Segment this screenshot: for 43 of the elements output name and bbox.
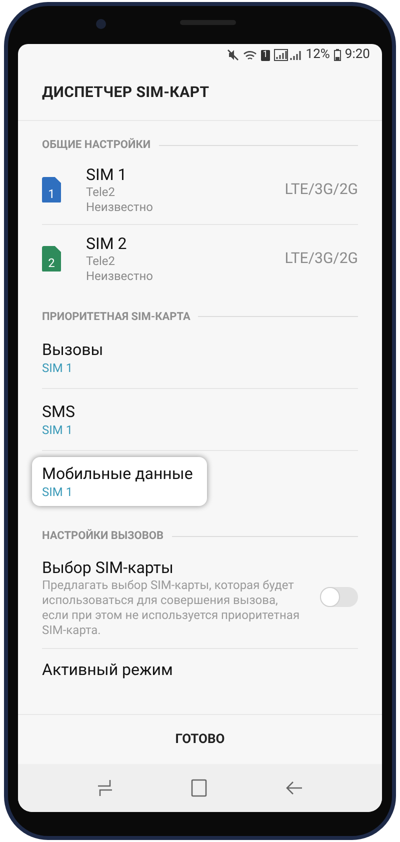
toggle-switch[interactable]	[320, 587, 358, 607]
sim-indicator: 1	[260, 50, 270, 60]
speaker-grille	[180, 20, 236, 25]
network-type: LTE/3G/2G	[284, 248, 358, 270]
preference-value: SIM 1	[42, 360, 74, 376]
preference-item[interactable]: Вызовы SIM 1	[32, 333, 118, 382]
section-header: НАСТРОЙКИ ВЫЗОВОВ	[42, 528, 164, 544]
carrier-name: Tele2	[86, 254, 116, 268]
sim-card-icon: 2	[42, 246, 61, 272]
toggle-label: Выбор SIM-карты	[42, 556, 174, 578]
sim-name: SIM 2	[86, 234, 128, 254]
home-icon[interactable]	[191, 779, 207, 797]
section-header: ПРИОРИТЕТНАЯ SIM-КАРТА	[42, 308, 190, 324]
recent-apps-icon[interactable]	[97, 779, 113, 797]
network-type: LTE/3G/2G	[284, 179, 358, 200]
toggle-description: Предлагать выбор SIM-карты, которая будет использоваться для совершения вызова, если при этом не используется приоритетная SIM-карта.	[42, 578, 301, 638]
mute-icon	[226, 49, 239, 61]
preference-label: Мобильные данные	[42, 463, 193, 484]
sim-status: Неизвестно	[86, 268, 154, 284]
sim-card-icon: 1	[42, 176, 61, 202]
done-button[interactable]: ГОТОВО	[163, 726, 237, 754]
preference-item[interactable]: Мобильные данные SIM 1	[32, 457, 207, 506]
sim-row[interactable]: 2 SIM 2 Tele2 Неизвестно LTE/3G/2G	[42, 224, 358, 292]
preference-value: SIM 1	[42, 422, 74, 438]
wifi-icon	[242, 50, 257, 60]
signal-icon	[274, 49, 302, 61]
preference-value: SIM 1	[42, 484, 74, 500]
section-header: ОБЩИЕ НАСТРОЙКИ	[42, 137, 151, 153]
sim-status: Неизвестно	[86, 200, 154, 214]
preference-label: SMS	[42, 401, 75, 422]
camera-icon	[96, 19, 106, 29]
screen-title: ДИСПЕТЧЕР SIM-КАРТ	[42, 83, 210, 101]
clock: 9:20	[344, 46, 370, 64]
settings-item[interactable]: Активный режим	[42, 660, 358, 678]
battery-icon	[334, 49, 341, 61]
toggle-row[interactable]: Выбор SIM-карты Предлагать выбор SIM-карты, которая будет использоваться для совершения вызова, если при этом не используется приоритетная SIM-карта.	[42, 546, 358, 648]
preference-label: Вызовы	[42, 339, 104, 360]
battery-percent: 12%	[306, 46, 330, 64]
preference-item[interactable]: SMS SIM 1	[32, 395, 89, 444]
sim-row[interactable]: 1 SIM 1 Tele2 Неизвестно LTE/3G/2G	[42, 156, 358, 224]
sim-name: SIM 1	[86, 164, 128, 184]
back-icon[interactable]	[285, 780, 303, 796]
carrier-name: Tele2	[86, 184, 116, 200]
